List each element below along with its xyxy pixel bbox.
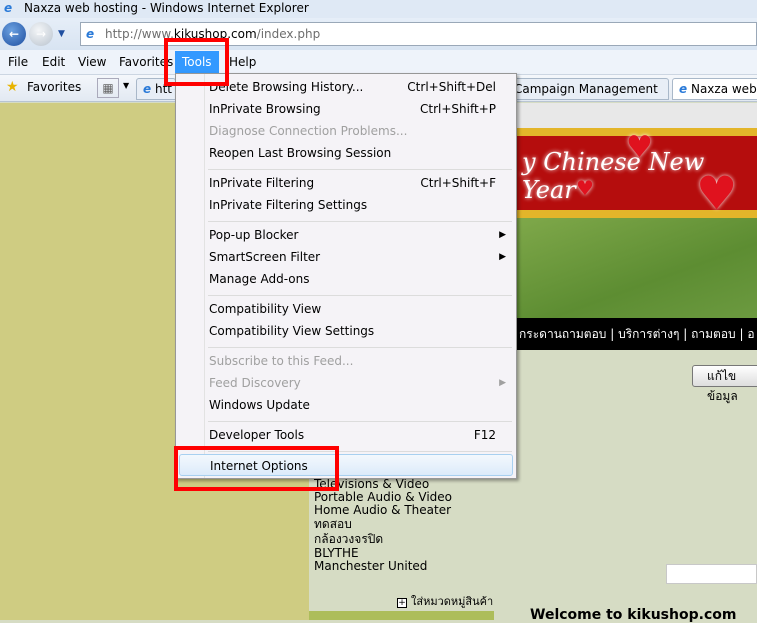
menu-item-popup-blocker[interactable]: Pop-up Blocker ▶ — [209, 224, 508, 246]
menu-separator — [208, 421, 512, 422]
item-label: InPrivate Filtering — [209, 176, 315, 190]
menu-item-windows-update[interactable]: Windows Update — [209, 394, 508, 416]
menu-item-feed-discovery: Feed Discovery ▶ — [209, 372, 508, 394]
menu-gutter — [204, 74, 205, 478]
menu-separator — [208, 169, 512, 170]
menu-separator — [208, 295, 512, 296]
menu-item-inprivate-filtering[interactable]: InPrivate Filtering Ctrl+Shift+F — [209, 172, 508, 194]
menu-item-compat-settings[interactable]: Compatibility View Settings — [209, 320, 508, 342]
shortcut: F12 — [473, 428, 496, 442]
category-link[interactable]: Manchester United — [314, 560, 427, 573]
url-suffix: /index.php — [256, 27, 321, 41]
item-label: Windows Update — [209, 398, 310, 412]
shortcut: Ctrl+Shift+F — [420, 176, 496, 190]
menu-item-delete-history[interactable]: Delete Browsing History... Ctrl+Shift+Del — [209, 76, 508, 98]
tools-menu: Delete Browsing History... Ctrl+Shift+Del… — [175, 73, 517, 479]
highlight-box-tools — [164, 38, 229, 86]
menu-edit[interactable]: Edit — [42, 55, 65, 69]
heart-icon: ♥ — [626, 130, 653, 165]
sidebar-strip — [309, 611, 494, 620]
add-category-label: ใส่หมวดหมู่สินค้า — [411, 595, 494, 608]
navigation-bar: ← → ▼ e http://www.kikushop.com/index.php — [0, 18, 757, 50]
menu-help[interactable]: Help — [229, 55, 256, 69]
menu-view[interactable]: View — [78, 55, 106, 69]
item-label: Manage Add-ons — [209, 272, 310, 286]
page-icon: e — [86, 27, 95, 41]
item-label: Compatibility View Settings — [209, 324, 375, 338]
menu-item-diagnose: Diagnose Connection Problems... — [209, 120, 508, 142]
menu-item-manage-addons[interactable]: Manage Add-ons — [209, 268, 508, 290]
page-header — [516, 103, 757, 128]
menu-item-inprivate-filtering-settings[interactable]: InPrivate Filtering Settings — [209, 194, 508, 216]
tab-campaign-management[interactable]: Campaign Management — [507, 78, 669, 100]
item-label: Subscribe to this Feed... — [209, 354, 354, 368]
edit-info-button[interactable]: แก้ไขข้อมูล — [692, 365, 757, 403]
heart-icon: ♥ — [696, 166, 738, 220]
category-link[interactable]: ทดสอบ — [314, 518, 352, 531]
star-icon: ★ — [6, 79, 19, 95]
title-bar: e Naxza web hosting - Windows Internet Ex… — [0, 0, 757, 18]
item-label: SmartScreen Filter — [209, 250, 321, 264]
grass-image — [516, 218, 757, 318]
banner-image: y Chinese New Year ♥ ♥ ♥ — [516, 128, 757, 220]
item-label: Diagnose Connection Problems... — [209, 124, 408, 138]
menu-bar: File Edit View Favorites Tools Help — [0, 50, 757, 75]
ie-logo-icon: e — [4, 1, 13, 15]
item-label: Pop-up Blocker — [209, 228, 299, 242]
menu-item-developer-tools[interactable]: Developer Tools F12 — [209, 424, 508, 446]
menu-item-inprivate-browsing[interactable]: InPrivate Browsing Ctrl+Shift+P — [209, 98, 508, 120]
heart-icon: ♥ — [576, 176, 594, 200]
item-label: InPrivate Filtering Settings — [209, 198, 368, 212]
menu-separator — [208, 221, 512, 222]
submenu-arrow-icon: ▶ — [499, 230, 506, 240]
plus-icon: + — [397, 598, 407, 608]
tab-naxza[interactable]: e Naxza web h — [672, 78, 757, 116]
item-label: Developer Tools — [209, 428, 305, 442]
site-nav[interactable]: กระดานถามตอบ | บริการต่างๆ | ถามตอบ | อ — [516, 318, 757, 350]
item-label: Feed Discovery — [209, 376, 301, 390]
menu-item-subscribe-feed: Subscribe to this Feed... — [209, 350, 508, 372]
menu-item-compat-view[interactable]: Compatibility View — [209, 298, 508, 320]
item-label: Delete Browsing History... — [209, 80, 364, 94]
back-button[interactable]: ← — [2, 22, 26, 46]
tab-label: Campaign Management — [514, 82, 658, 96]
add-category-link[interactable]: + ใส่หมวดหมู่สินค้า — [397, 592, 493, 610]
search-input[interactable] — [666, 564, 757, 584]
highlight-box-internet-options — [174, 446, 339, 491]
item-label: InPrivate Browsing — [209, 102, 321, 116]
welcome-heading: Welcome to kikushop.com — [530, 607, 737, 623]
submenu-arrow-icon: ▶ — [499, 378, 506, 388]
tab-list-dropdown-icon[interactable]: ▼ — [123, 81, 129, 90]
shortcut: Ctrl+Shift+Del — [407, 80, 496, 94]
category-link[interactable]: Home Audio & Theater — [314, 504, 451, 517]
forward-button[interactable]: → — [29, 22, 53, 46]
item-label: Reopen Last Browsing Session — [209, 146, 392, 160]
menu-item-reopen-session[interactable]: Reopen Last Browsing Session — [209, 142, 508, 164]
menu-separator — [208, 347, 512, 348]
history-dropdown-icon[interactable]: ▼ — [58, 29, 65, 39]
quick-tabs-icon[interactable]: ▦ — [97, 78, 119, 98]
category-link[interactable]: กล้องวงจรปิด — [314, 533, 383, 546]
menu-file[interactable]: File — [8, 55, 28, 69]
shortcut: Ctrl+Shift+P — [420, 102, 496, 116]
favorites-button[interactable]: Favorites — [27, 80, 81, 94]
item-label: Compatibility View — [209, 302, 322, 316]
menu-item-smartscreen[interactable]: SmartScreen Filter ▶ — [209, 246, 508, 268]
banner-text: y Chinese New Year — [522, 148, 705, 204]
submenu-arrow-icon: ▶ — [499, 252, 506, 262]
window-title: Naxza web hosting - Windows Internet Exp… — [24, 1, 309, 15]
